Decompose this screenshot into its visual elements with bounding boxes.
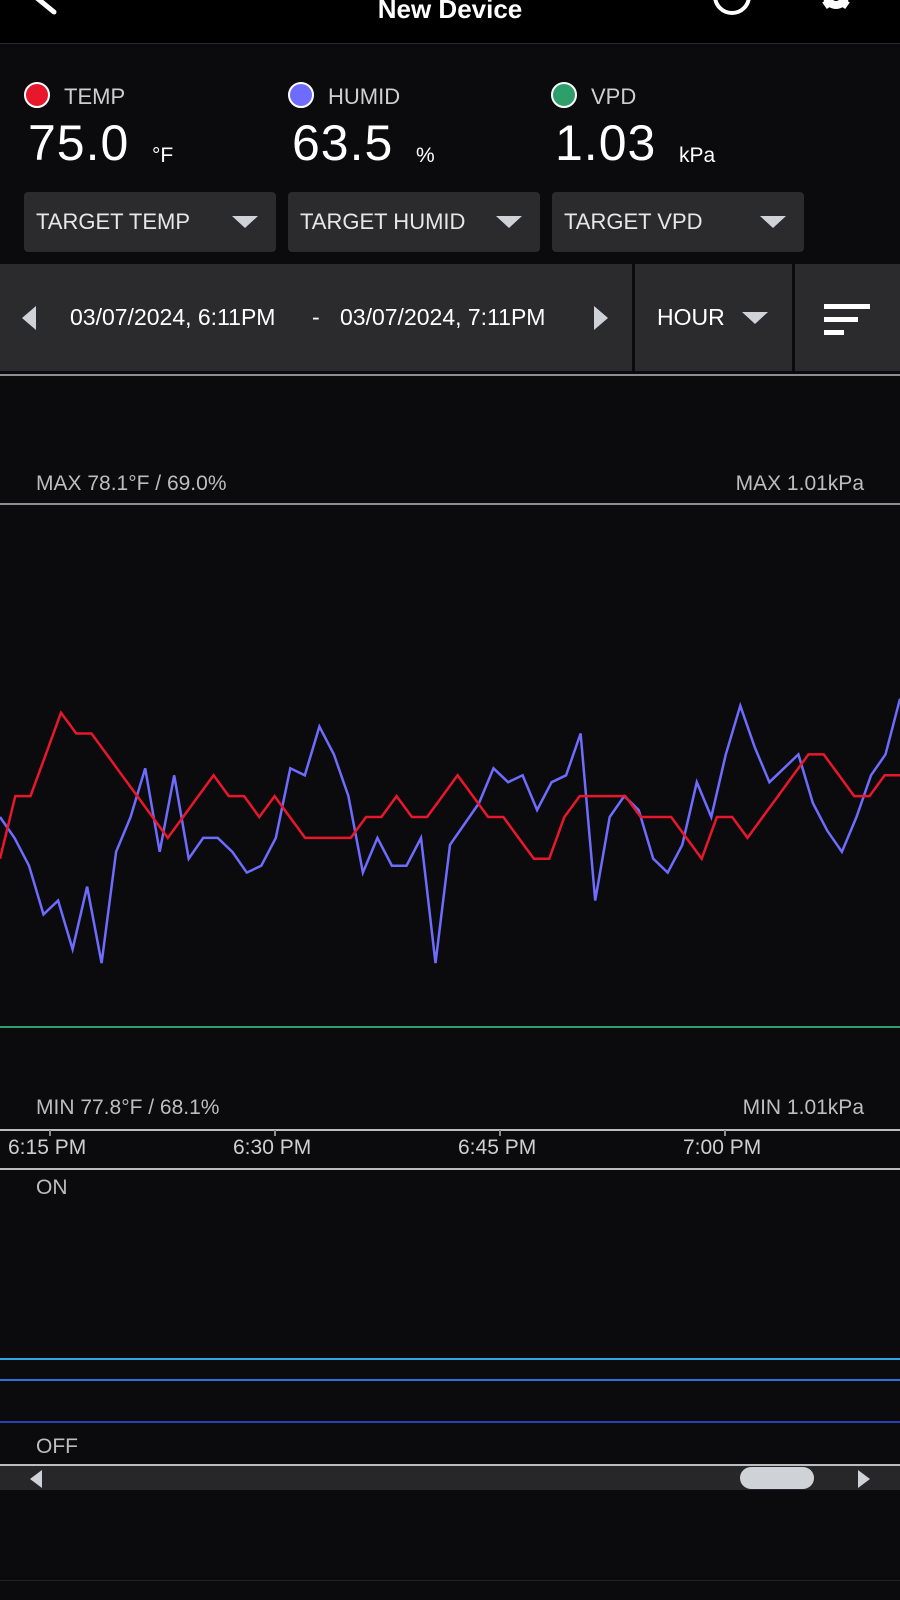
divider	[792, 264, 795, 371]
history-chart[interactable]	[0, 374, 900, 1474]
reading-unit: kPa	[679, 144, 716, 167]
time-tick-label: 6:15 PM	[8, 1136, 87, 1159]
range-start[interactable]: 03/07/2024, 6:11PM	[70, 304, 275, 331]
reading-humid: HUMID 63.5 %	[288, 78, 528, 178]
humid-series-line	[0, 698, 900, 964]
target-humid-dropdown[interactable]: TARGET HUMID	[288, 192, 540, 252]
caret-down-icon	[232, 216, 258, 228]
temp-series-line	[0, 710, 900, 862]
divider	[632, 264, 635, 371]
min-right-label: MIN 1.01kPa	[742, 1096, 864, 1119]
chart-scrollbar[interactable]	[0, 1466, 900, 1490]
dropdown-label: TARGET VPD	[564, 209, 703, 234]
range-end[interactable]: 03/07/2024, 7:11PM	[340, 304, 545, 331]
target-vpd-dropdown[interactable]: TARGET VPD	[552, 192, 804, 252]
on-label: ON	[36, 1176, 68, 1199]
max-right-label: MAX 1.01kPa	[735, 472, 864, 495]
scroll-thumb[interactable]	[740, 1467, 814, 1489]
reading-label: TEMP	[64, 84, 126, 109]
target-temp-dropdown[interactable]: TARGET TEMP	[24, 192, 276, 252]
top-bar: New Device	[0, 0, 900, 44]
time-tick-label: 6:30 PM	[233, 1136, 312, 1159]
reading-temp: TEMP 75.0 °F	[24, 78, 264, 178]
reading-unit: %	[416, 144, 435, 167]
max-left-label: MAX 78.1°F / 69.0%	[36, 472, 227, 495]
gear-icon[interactable]	[816, 0, 856, 16]
reading-vpd: VPD 1.03 kPa	[551, 78, 791, 178]
caret-down-icon	[742, 312, 768, 324]
info-icon[interactable]	[712, 0, 752, 16]
temp-dot-icon	[24, 82, 50, 108]
time-tick-label: 6:45 PM	[458, 1136, 537, 1159]
next-range-icon[interactable]	[594, 306, 608, 330]
reading-label: HUMID	[328, 84, 401, 109]
off-label: OFF	[36, 1435, 78, 1458]
scroll-right-icon[interactable]	[858, 1470, 870, 1488]
vpd-dot-icon	[551, 82, 577, 108]
caret-down-icon	[760, 216, 786, 228]
reading-value: 1.03	[555, 115, 657, 171]
reading-value: 63.5	[292, 115, 394, 171]
date-range-bar: 03/07/2024, 6:11PM - 03/07/2024, 7:11PM …	[0, 264, 900, 371]
dropdown-label: TARGET TEMP	[36, 209, 191, 234]
bottom-divider	[0, 1580, 900, 1581]
dropdown-label: TARGET HUMID	[300, 209, 466, 234]
time-tick-label: 7:00 PM	[683, 1136, 762, 1159]
previous-range-icon[interactable]	[22, 306, 36, 330]
caret-down-icon	[496, 216, 522, 228]
reading-value: 75.0	[28, 115, 130, 171]
reading-label: VPD	[591, 84, 637, 109]
min-left-label: MIN 77.8°F / 68.1%	[36, 1096, 220, 1119]
scroll-left-icon[interactable]	[30, 1470, 42, 1488]
humid-dot-icon	[288, 82, 314, 108]
page-title: New Device	[377, 0, 523, 24]
range-separator: -	[312, 304, 320, 330]
sort-menu-icon[interactable]	[824, 302, 872, 336]
interval-dropdown[interactable]: HOUR	[657, 304, 725, 331]
reading-unit: °F	[152, 144, 174, 167]
